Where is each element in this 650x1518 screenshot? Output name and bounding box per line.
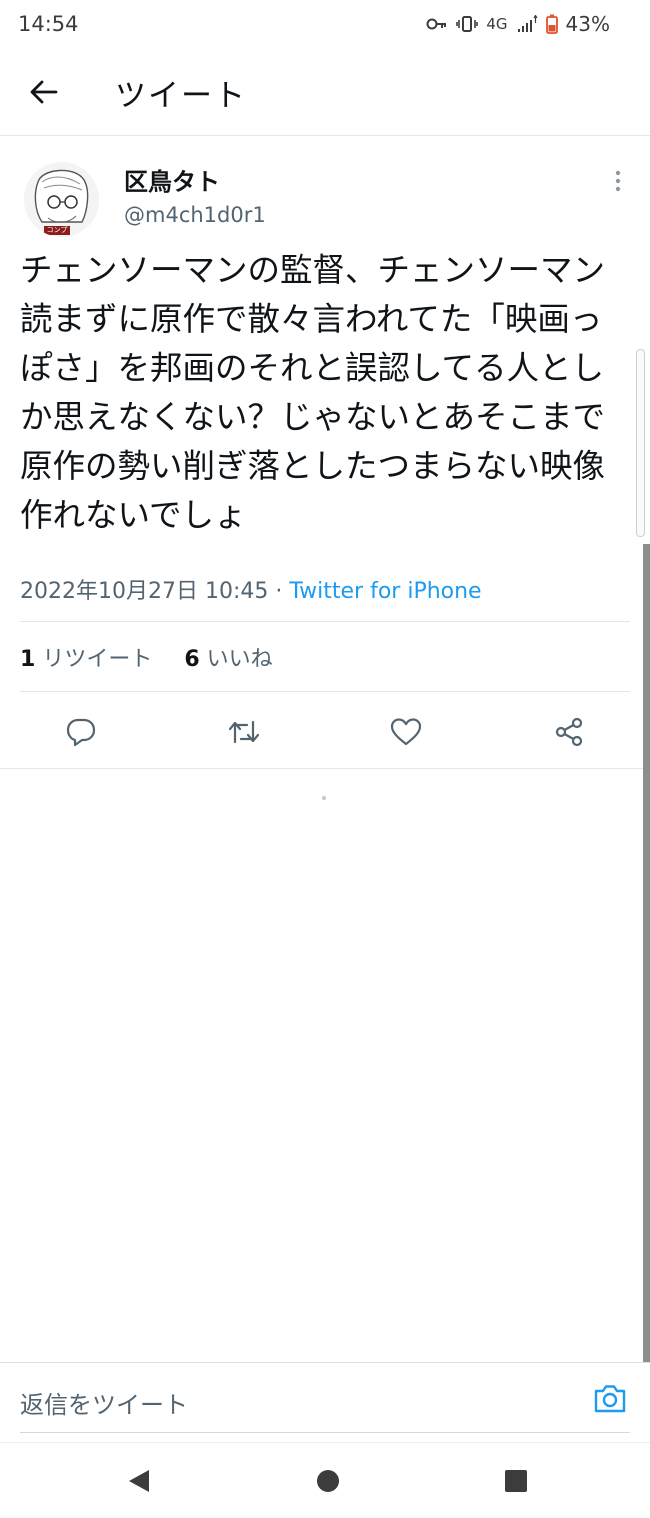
loading-dot: [322, 796, 326, 800]
reply-bar: 返信をツイート: [0, 1362, 650, 1443]
tweet-actions: [0, 704, 650, 760]
nav-home-button[interactable]: [314, 1467, 342, 1495]
more-options-button[interactable]: [606, 168, 630, 196]
display-name[interactable]: 区鳥タト: [124, 162, 220, 197]
status-time: 14:54: [18, 12, 79, 36]
text-scrollbar[interactable]: [636, 349, 645, 537]
share-icon: [555, 717, 583, 747]
like-stat[interactable]: 6 いいね: [184, 647, 272, 672]
reply-underline: [20, 1432, 630, 1433]
tweet-header: ツイート: [0, 50, 650, 136]
retweet-icon: [228, 720, 260, 744]
home-circle-icon: [317, 1470, 339, 1492]
like-label: いいね: [206, 647, 273, 672]
recents-square-icon: [505, 1470, 527, 1492]
reply-button[interactable]: [61, 712, 101, 752]
meta-separator: ·: [268, 579, 290, 604]
like-count: 6: [184, 647, 200, 672]
like-icon: [390, 718, 422, 746]
avatar-badge: コンプラ: [46, 226, 68, 237]
page-scrollbar[interactable]: [643, 544, 650, 1362]
back-triangle-icon: [129, 1470, 149, 1492]
tweet-timestamp: 2022年10月27日 10:45: [20, 579, 269, 604]
retweet-label: リツイート: [42, 647, 153, 672]
tweet-meta: 2022年10月27日 10:45 · Twitter for iPhone: [20, 573, 482, 605]
reply-input[interactable]: 返信をツイート: [20, 1385, 188, 1420]
arrow-left-icon: [30, 80, 58, 104]
nav-recents-button[interactable]: [502, 1467, 530, 1495]
share-button[interactable]: [549, 712, 589, 752]
network-type: 4G: [486, 15, 508, 33]
divider: [20, 691, 630, 692]
retweet-stat[interactable]: 1 リツイート: [20, 647, 152, 672]
page-title: ツイート: [115, 78, 247, 114]
battery-icon: [545, 14, 558, 34]
retweet-count: 1: [20, 647, 36, 672]
system-nav-bar: [0, 1442, 650, 1518]
divider: [0, 768, 650, 769]
like-button[interactable]: [386, 712, 426, 752]
more-vertical-icon: [615, 170, 621, 192]
vibrate-icon: [456, 16, 479, 32]
camera-button[interactable]: [592, 1383, 632, 1419]
back-button[interactable]: [20, 72, 68, 112]
retweet-button[interactable]: [224, 712, 264, 752]
divider: [20, 621, 630, 622]
camera-icon: [594, 1385, 626, 1413]
status-icons: 4G 43%: [426, 12, 610, 36]
user-handle[interactable]: @m4ch1d0r1: [124, 203, 266, 227]
avatar[interactable]: コンプラ: [24, 162, 99, 237]
tweet-stats: 1 リツイート 6 いいね: [20, 641, 273, 673]
tweet-source[interactable]: Twitter for iPhone: [289, 579, 481, 604]
tweet-text: チェンソーマンの監督、チェンソーマン読まずに原作で散々言われてた「映画っぽさ」を…: [20, 251, 606, 534]
signal-icon: [517, 15, 538, 32]
reply-icon: [66, 718, 96, 747]
status-bar: 14:54 4G 43%: [0, 0, 650, 50]
battery-percent: 43%: [565, 12, 610, 36]
nav-back-button[interactable]: [125, 1467, 153, 1495]
key-icon: [426, 18, 447, 30]
